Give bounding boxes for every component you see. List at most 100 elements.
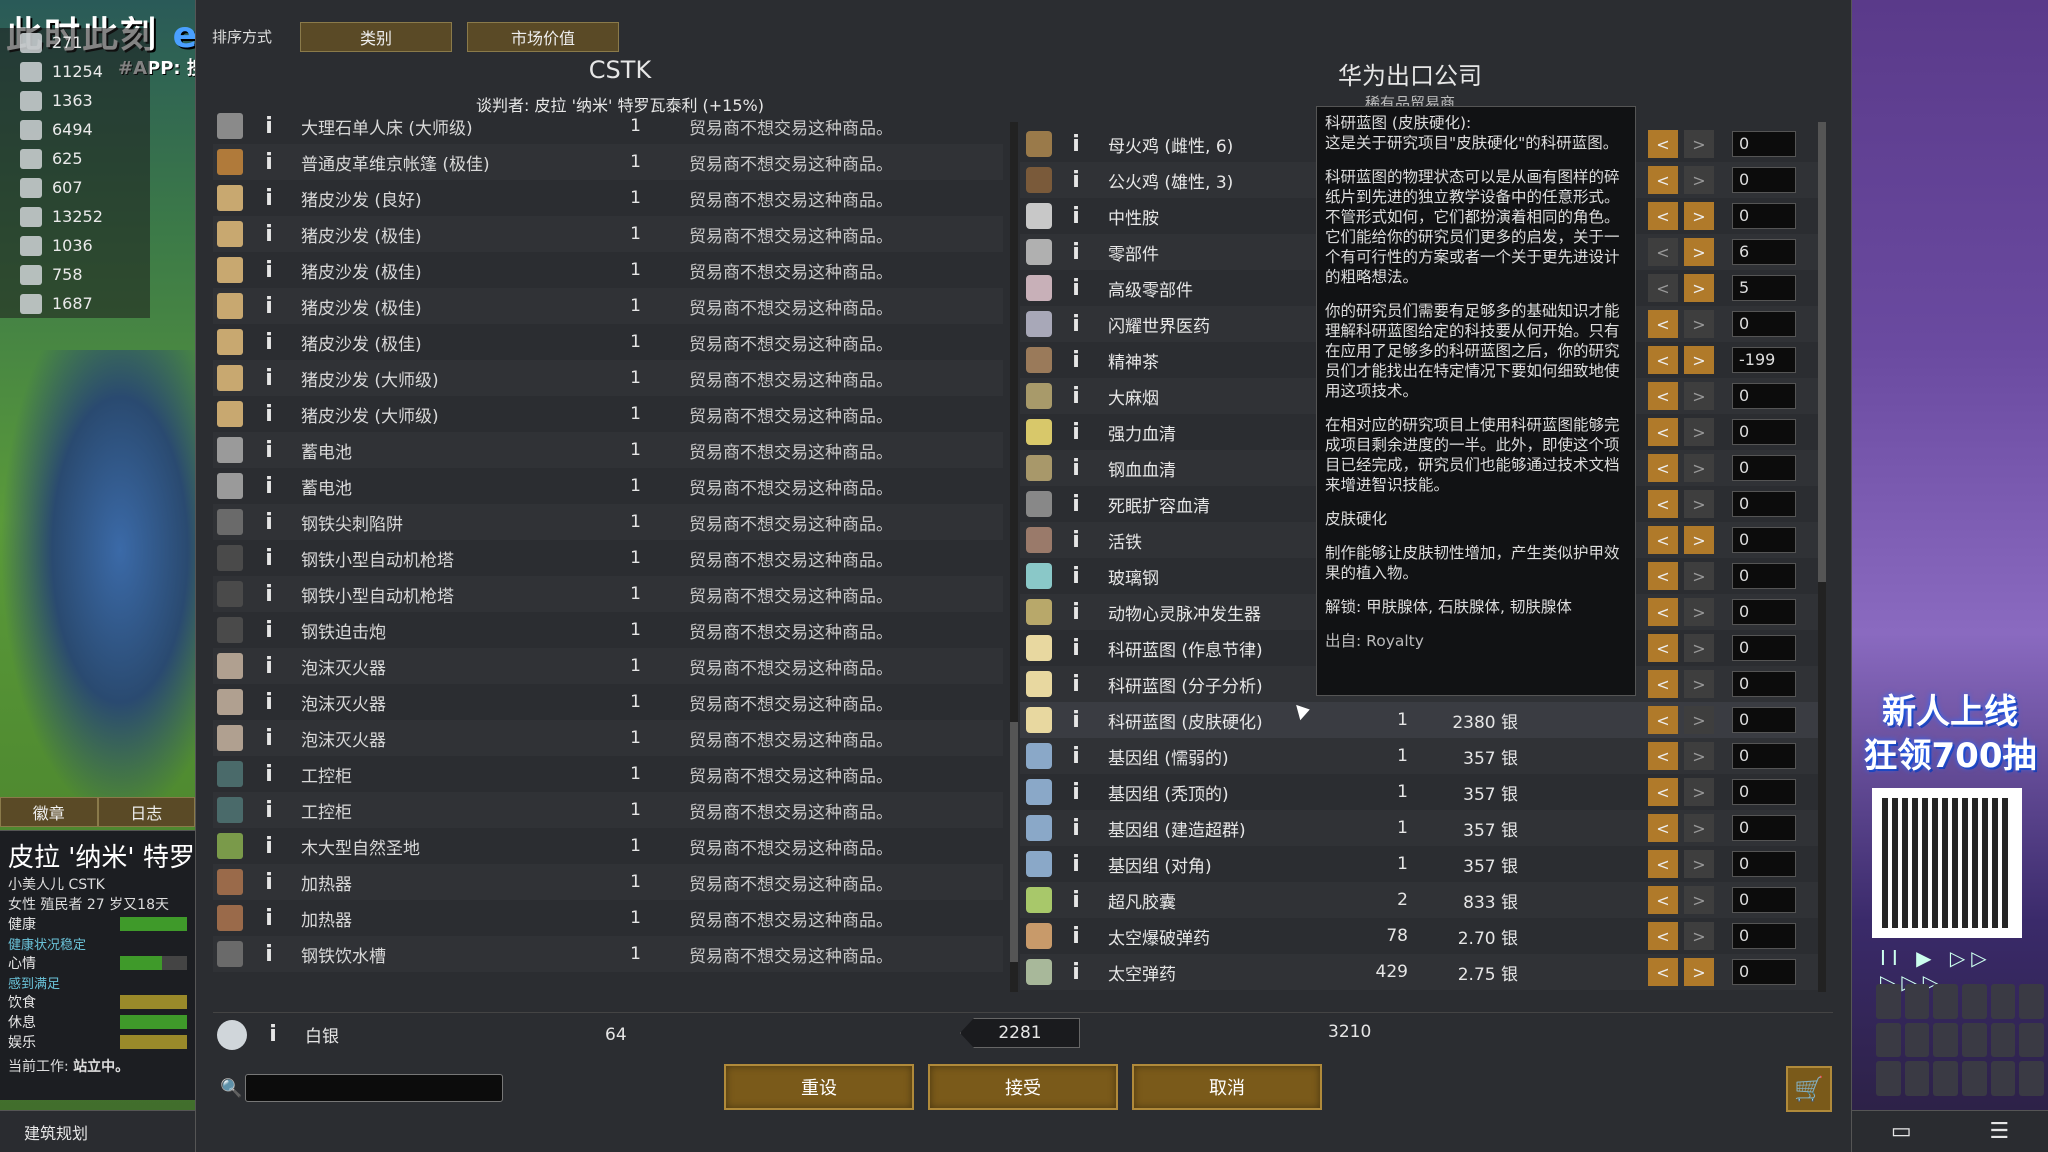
transfer-left-button[interactable]: <	[1648, 166, 1678, 194]
temperature-icon[interactable]	[1933, 1022, 1958, 1058]
info-icon[interactable]: i	[255, 366, 283, 391]
animal-icon[interactable]	[1961, 984, 1987, 1019]
transfer-left-button[interactable]: <	[1648, 634, 1678, 662]
info-icon[interactable]: i	[255, 726, 283, 751]
quantity-field[interactable]: -199	[1732, 347, 1796, 373]
info-icon[interactable]: i	[255, 258, 283, 283]
accept-button[interactable]: 接受	[928, 1064, 1118, 1110]
reset-button[interactable]: 重设	[724, 1064, 914, 1110]
trader-item-row[interactable]: i 基因组 (建造超群) 1 357 银 < >0	[1020, 810, 1820, 846]
transfer-right-button[interactable]: >	[1684, 310, 1714, 338]
colonist-icon[interactable]	[1904, 984, 1930, 1019]
transfer-left-button[interactable]: <	[1648, 958, 1678, 986]
info-icon[interactable]: i	[1064, 492, 1088, 517]
transfer-right-button[interactable]: >	[1684, 922, 1714, 950]
quantity-field[interactable]: 0	[1732, 203, 1796, 229]
quantity-field[interactable]: 0	[1732, 383, 1796, 409]
transfer-right-button[interactable]: >	[1684, 958, 1714, 986]
transfer-left-button[interactable]: <	[1648, 130, 1678, 158]
transfer-left-button[interactable]: <	[1648, 238, 1678, 266]
transfer-right-button[interactable]: >	[1684, 418, 1714, 446]
transfer-right-button[interactable]: >	[1684, 562, 1714, 590]
trader-item-row[interactable]: i 太空爆破弹药 78 2.70 银 < >0	[1020, 918, 1820, 954]
colony-item-row[interactable]: i 猪皮沙发 (极佳) 1 贸易商不想交易这种商品。	[213, 216, 1003, 252]
colony-item-row[interactable]: i 猪皮沙发 (极佳) 1 贸易商不想交易这种商品。	[213, 288, 1003, 324]
info-icon[interactable]: i	[1064, 636, 1088, 661]
trader-list-scrollbar[interactable]	[1818, 122, 1826, 992]
transfer-right-button[interactable]: >	[1684, 526, 1714, 554]
transfer-right-button[interactable]: >	[1684, 850, 1714, 878]
info-icon[interactable]: i	[1064, 312, 1088, 337]
pages-icon[interactable]: ▭	[1891, 1119, 1912, 1144]
info-icon[interactable]: i	[1064, 456, 1088, 481]
quantity-field[interactable]: 0	[1732, 887, 1796, 913]
cells-icon[interactable]	[1990, 1061, 2016, 1096]
info-icon[interactable]: i	[1064, 708, 1088, 733]
transfer-right-button[interactable]: >	[1684, 166, 1714, 194]
info-icon[interactable]: i	[1064, 204, 1088, 229]
info-icon[interactable]: i	[255, 690, 283, 715]
info-icon[interactable]: i	[255, 510, 283, 535]
quantity-field[interactable]: 0	[1732, 743, 1796, 769]
quantity-field[interactable]: 0	[1732, 563, 1796, 589]
quantity-field[interactable]: 0	[1732, 851, 1796, 877]
colony-item-row[interactable]: i 大理石单人床 (大师级) 1 贸易商不想交易这种商品。	[213, 108, 1003, 144]
colony-item-row[interactable]: i 钢铁迫击炮 1 贸易商不想交易这种商品。	[213, 612, 1003, 648]
info-icon[interactable]: i	[255, 942, 283, 967]
info-icon[interactable]: i	[255, 906, 283, 931]
transfer-left-button[interactable]: <	[1648, 418, 1678, 446]
tab-badges[interactable]: 徽章	[0, 797, 98, 827]
colony-item-row[interactable]: i 蓄电池 1 贸易商不想交易这种商品。	[213, 432, 1003, 468]
transfer-right-button[interactable]: >	[1684, 742, 1714, 770]
trader-item-row[interactable]: i 基因组 (懦弱的) 1 357 银 < >0	[1020, 738, 1820, 774]
transfer-right-button[interactable]: >	[1684, 778, 1714, 806]
info-icon[interactable]: i	[255, 186, 283, 211]
quantity-field[interactable]: 0	[1732, 635, 1796, 661]
quantity-field[interactable]: 0	[1732, 311, 1796, 337]
transfer-left-button[interactable]: <	[1648, 706, 1678, 734]
quantity-field[interactable]: 0	[1732, 959, 1796, 985]
transfer-left-button[interactable]: <	[1648, 526, 1678, 554]
info-icon[interactable]: i	[255, 474, 283, 499]
quantity-field[interactable]: 6	[1732, 239, 1796, 265]
quantity-field[interactable]: 0	[1732, 527, 1796, 553]
transfer-left-button[interactable]: <	[1648, 202, 1678, 230]
transfer-left-button[interactable]: <	[1648, 346, 1678, 374]
transfer-right-button[interactable]: >	[1684, 490, 1714, 518]
trader-item-row[interactable]: i 基因组 (秃顶的) 1 357 银 < >0	[1020, 774, 1820, 810]
colony-item-row[interactable]: i 工控柜 1 贸易商不想交易这种商品。	[213, 756, 1003, 792]
info-icon[interactable]: i	[1064, 276, 1088, 301]
info-icon[interactable]: i	[255, 834, 283, 859]
quantity-field[interactable]: 0	[1732, 707, 1796, 733]
transfer-left-button[interactable]: <	[1648, 310, 1678, 338]
info-icon[interactable]: i	[255, 330, 283, 355]
camera-icon[interactable]	[1876, 984, 1901, 1019]
info-icon[interactable]: i	[1064, 852, 1088, 877]
trader-item-row[interactable]: i 太空弹药 429 2.75 银 < >0	[1020, 954, 1820, 990]
tool-icon[interactable]	[1933, 984, 1958, 1019]
transfer-right-button[interactable]: >	[1684, 202, 1714, 230]
info-icon[interactable]: i	[1064, 672, 1088, 697]
trader-item-row[interactable]: i 科研蓝图 (皮肤硬化) 1 2380 银 < >0	[1020, 702, 1820, 738]
info-icon[interactable]: i	[1064, 420, 1088, 445]
game-speed-controls[interactable]: II ▶ ▷▷ ▷▷▷	[1880, 946, 2040, 994]
list-icon[interactable]	[2019, 1061, 2044, 1096]
transfer-right-button[interactable]: >	[1684, 130, 1714, 158]
colony-item-row[interactable]: i 钢铁小型自动机枪塔 1 贸易商不想交易这种商品。	[213, 540, 1003, 576]
transfer-left-button[interactable]: <	[1648, 598, 1678, 626]
info-icon[interactable]: i	[1064, 960, 1088, 985]
quantity-field[interactable]: 0	[1732, 599, 1796, 625]
transfer-left-button[interactable]: <	[1648, 850, 1678, 878]
info-icon[interactable]: i	[255, 222, 283, 247]
colony-item-row[interactable]: i 木大型自然圣地 1 贸易商不想交易这种商品。	[213, 828, 1003, 864]
transfer-right-button[interactable]: >	[1684, 346, 1714, 374]
sort-by-value-button[interactable]: 市场价值	[467, 22, 619, 52]
colony-item-row[interactable]: i 泡沫灭火器 1 贸易商不想交易这种商品。	[213, 684, 1003, 720]
info-icon[interactable]: i	[1064, 240, 1088, 265]
transfer-left-button[interactable]: <	[1648, 670, 1678, 698]
pen-icon[interactable]	[1904, 1022, 1930, 1058]
info-icon[interactable]: i	[1064, 348, 1088, 373]
colony-item-row[interactable]: i 猪皮沙发 (大师级) 1 贸易商不想交易这种商品。	[213, 360, 1003, 396]
colony-item-row[interactable]: i 猪皮沙发 (大师级) 1 贸易商不想交易这种商品。	[213, 396, 1003, 432]
quantity-field[interactable]: 0	[1732, 779, 1796, 805]
